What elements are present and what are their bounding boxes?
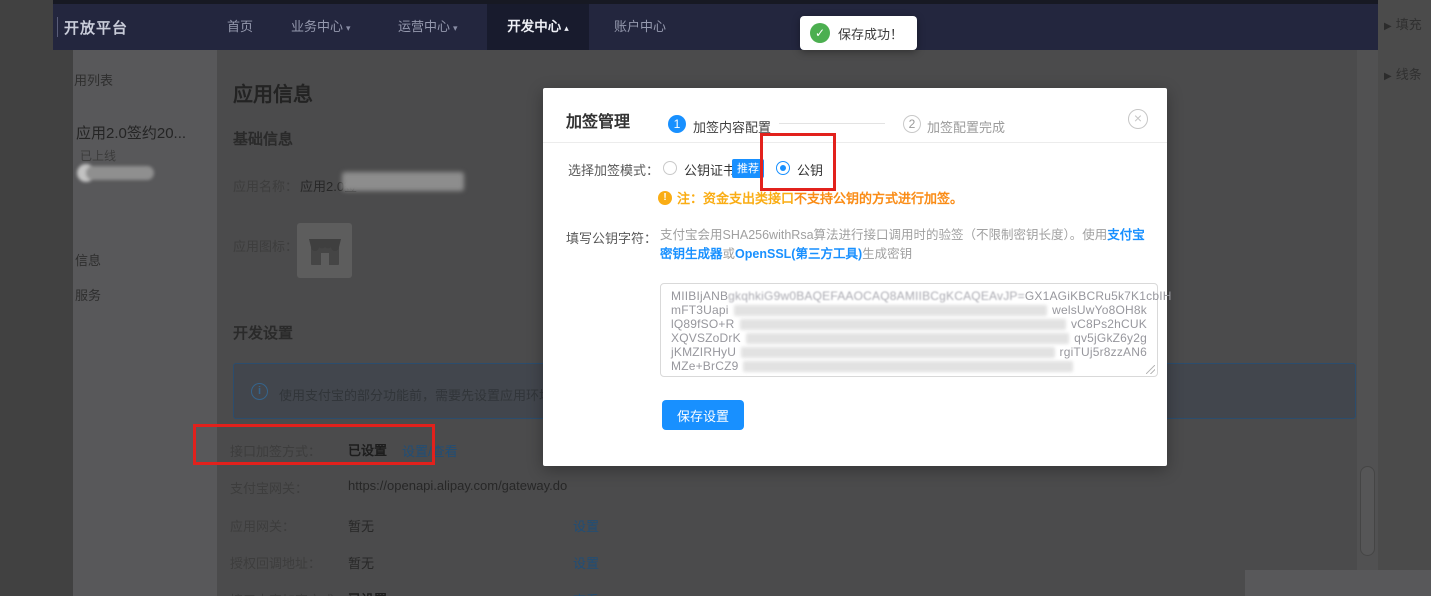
- scrollbar-thumb[interactable]: [1360, 466, 1375, 556]
- storefront-icon: [308, 235, 342, 267]
- chevron-down-icon: ▾: [453, 23, 458, 33]
- row-app-gateway-link[interactable]: 设置: [573, 516, 599, 535]
- row-encrypt-label: 接口内容加密方式：: [230, 590, 347, 596]
- screenshot-stage: 开放平台 首页 业务中心▾ 运营中心▾ 开发中心▴ 账户中心 用列表 应用2.0…: [0, 0, 1431, 596]
- key-redacted-block: [740, 319, 1066, 330]
- arrow-right-icon: ▶: [1384, 71, 1392, 82]
- key-line: MZe+BrCZ9: [671, 359, 1147, 373]
- annotation-rect-pubkey: [760, 133, 836, 191]
- nav-item-account[interactable]: 账户中心: [614, 4, 666, 50]
- sidebar-item-service[interactable]: 服务: [75, 285, 101, 304]
- top-nav: 开放平台 首页 业务中心▾ 运营中心▾ 开发中心▴ 账户中心: [53, 4, 1378, 50]
- key-redacted-block: [743, 361, 1073, 372]
- sidebar-app-name[interactable]: 应用2.0签约20...: [76, 122, 186, 143]
- row-app-gateway-value: 暂无: [348, 516, 374, 535]
- page-title: 应用信息: [233, 78, 313, 107]
- step-connector: [779, 123, 885, 124]
- app-icon-label: 应用图标：: [233, 236, 298, 255]
- bottom-right-box: [1245, 570, 1431, 596]
- row-callback-value: 暂无: [348, 553, 374, 572]
- annotation-tool-panel: ▶填充 ▶线条: [1378, 0, 1431, 596]
- key-redacted-block: [741, 347, 1054, 358]
- nav-item-dev-center-active[interactable]: 开发中心▴: [487, 4, 589, 50]
- key-line: mFT3UapiwelsUwYo8OH8k: [671, 303, 1147, 317]
- annotation-rect-sign-row: [193, 424, 435, 465]
- app-id-redacted: [77, 164, 155, 182]
- modal-title: 加签管理: [566, 108, 630, 132]
- openssl-link[interactable]: OpenSSL(第三方工具): [735, 247, 862, 261]
- tool-panel-fill[interactable]: ▶填充: [1384, 14, 1422, 33]
- logo-divider: [57, 17, 58, 37]
- section-basic-info: 基础信息: [233, 128, 293, 149]
- toast-message: 保存成功！: [838, 24, 903, 43]
- sidebar-item-info[interactable]: 信息: [75, 250, 101, 269]
- tool-panel-line[interactable]: ▶线条: [1384, 64, 1422, 83]
- app-name-label: 应用名称：: [233, 176, 298, 195]
- close-icon[interactable]: ×: [1128, 109, 1148, 129]
- chevron-up-icon: ▴: [564, 23, 569, 33]
- app-name-redacted: [342, 172, 464, 191]
- sidebar: 用列表 应用2.0签约20... 已上线 信息 服务: [73, 50, 217, 596]
- banner-text: 使用支付宝的部分功能前，需要先设置应用环境，: [279, 388, 565, 403]
- row-encrypt-value: 已设置: [348, 589, 387, 596]
- toast-save-success: ✓ 保存成功！: [800, 16, 917, 50]
- info-icon: i: [251, 383, 268, 400]
- sidebar-item-app-list[interactable]: 用列表: [74, 70, 113, 89]
- section-dev-settings: 开发设置: [233, 322, 293, 343]
- radio-cert-label[interactable]: 公钥证书: [684, 160, 736, 179]
- radio-cert[interactable]: [663, 161, 677, 175]
- key-line: lQ89fSO+RvC8Ps2hCUK: [671, 317, 1147, 331]
- key-line: XQVSZoDrKqv5jGkZ6y2g: [671, 331, 1147, 345]
- step-1-circle: 1: [668, 115, 686, 133]
- success-check-icon: ✓: [810, 23, 830, 43]
- row-encrypt-link[interactable]: 查看: [573, 590, 599, 596]
- step-2-label: 加签配置完成: [927, 117, 1005, 136]
- textarea-resize-handle: [1146, 365, 1155, 374]
- pubkey-field-label: 填写公钥字符：: [566, 228, 657, 247]
- arrow-right-icon: ▶: [1384, 21, 1392, 32]
- modal-header-divider: [543, 142, 1167, 143]
- app-icon-image: [297, 223, 352, 278]
- nav-item-operation[interactable]: 运营中心▾: [398, 4, 458, 50]
- key-redacted-block: [734, 305, 1048, 316]
- key-line: MIIBIjANBgkqhkiG9w0BAQEFAAOCAQ8AMIIBCgKC…: [671, 289, 1147, 303]
- pubkey-textarea[interactable]: MIIBIjANBgkqhkiG9w0BAQEFAAOCAQ8AMIIBCgKC…: [660, 283, 1158, 377]
- sign-management-modal: 加签管理 1 加签内容配置 2 加签配置完成 × 选择加签模式： 公钥证书 推荐…: [543, 88, 1167, 466]
- step-2-circle: 2: [903, 115, 921, 133]
- nav-item-home[interactable]: 首页: [227, 4, 253, 50]
- sign-mode-label: 选择加签模式：: [568, 160, 659, 179]
- row-app-gateway-label: 应用网关：: [230, 516, 295, 535]
- row-gateway-label: 支付宝网关：: [230, 478, 308, 497]
- key-redacted-light: gkqhkiG9w0BAQEFAAOCAQ8AMIIBCgKCAQEAvJP=: [728, 289, 1025, 303]
- row-callback-label: 授权回调地址：: [230, 553, 321, 572]
- key-line: jKMZIRHyUrgiTUj5r8zzAN6: [671, 345, 1147, 359]
- save-settings-button[interactable]: 保存设置: [662, 400, 744, 430]
- app-status-badge: 已上线: [80, 147, 116, 164]
- key-redacted-block: [746, 333, 1069, 344]
- warning-icon: !: [658, 191, 672, 205]
- nav-item-business[interactable]: 业务中心▾: [291, 4, 351, 50]
- row-callback-link[interactable]: 设置: [573, 553, 599, 572]
- pubkey-help-text: 支付宝会用SHA256withRsa算法进行接口调用时的验签（不限制密钥长度）。…: [660, 226, 1156, 264]
- nav-logo[interactable]: 开放平台: [64, 17, 128, 38]
- row-gateway-value: https://openapi.alipay.com/gateway.do: [348, 478, 567, 493]
- chevron-down-icon: ▾: [346, 23, 351, 33]
